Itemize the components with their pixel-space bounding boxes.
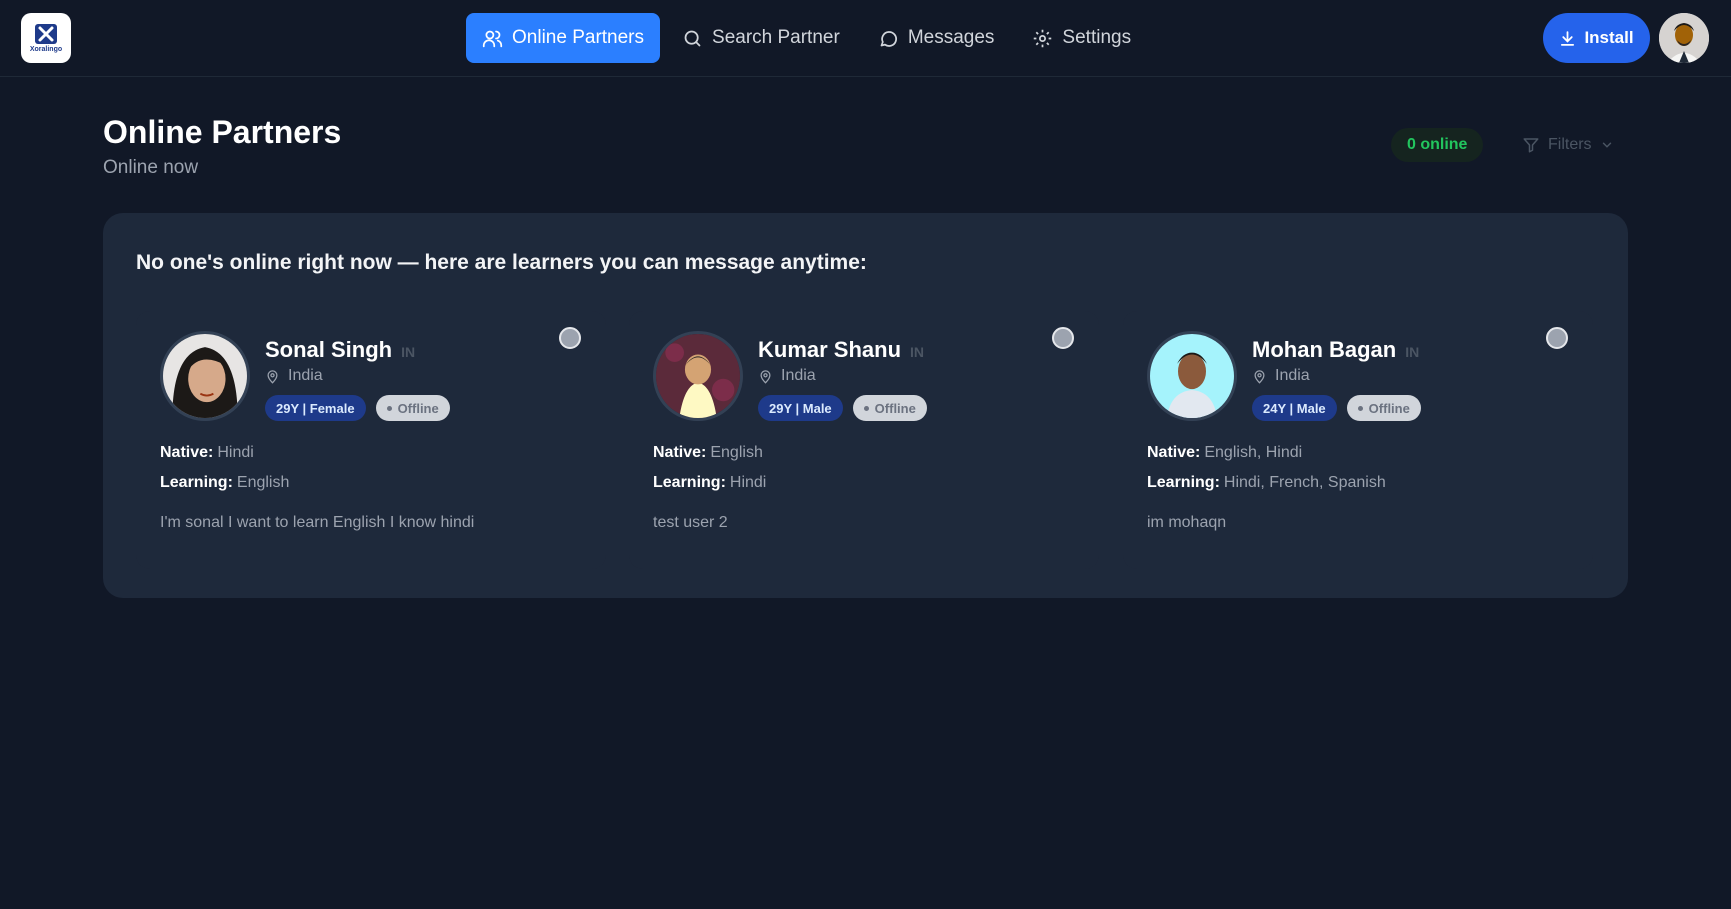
native-label: Native:: [160, 444, 214, 461]
status-text: Offline: [397, 400, 439, 416]
top-navbar: Xoralingo Online Partners Search Partner…: [0, 0, 1731, 77]
page-title: Online Partners: [103, 114, 342, 150]
partner-tags: 24Y | Male Offline: [1252, 395, 1421, 421]
location-text: India: [288, 367, 323, 384]
partner-card[interactable]: Mohan Bagan IN India 24Y | Male Offline …: [1123, 311, 1593, 569]
filters-dropdown[interactable]: Filters: [1512, 128, 1624, 162]
location-text: India: [1275, 367, 1310, 384]
native-label: Native:: [1147, 444, 1201, 461]
native-languages: Native: English: [653, 444, 763, 462]
panel-heading: No one's online right now — here are lea…: [136, 251, 867, 274]
nav-label: Messages: [907, 27, 995, 48]
learning-value: English: [236, 474, 290, 491]
status-text: Offline: [1368, 400, 1410, 416]
download-icon: [1561, 30, 1575, 46]
nav-online-partners[interactable]: Online Partners: [466, 13, 661, 63]
status-dot-icon: [1357, 405, 1363, 411]
status-badge: Offline: [1346, 395, 1421, 421]
partner-tags: 29Y | Male Offline: [758, 395, 927, 421]
nav-search-partner[interactable]: Search Partner: [666, 13, 856, 63]
status-dot-icon: [386, 405, 392, 411]
page-subtitle: Online now: [103, 157, 199, 178]
country-code: IN: [910, 344, 925, 360]
country-code: IN: [1405, 344, 1420, 360]
partner-avatar[interactable]: [1147, 331, 1237, 421]
nav-label: Online Partners: [512, 27, 645, 48]
install-label: Install: [1584, 28, 1634, 47]
location-pin-icon: [1254, 369, 1265, 384]
message-icon: [880, 30, 897, 47]
partner-location: India: [1252, 367, 1310, 385]
main-nav: Online Partners Search Partner Messages …: [466, 13, 1153, 63]
native-label: Native:: [653, 444, 707, 461]
partner-name-row: Kumar Shanu IN: [758, 337, 924, 363]
native-value: English, Hindi: [1204, 444, 1303, 461]
partner-name-row: Mohan Bagan IN: [1252, 337, 1419, 363]
partner-avatar[interactable]: [160, 331, 250, 421]
presence-indicator: [1546, 327, 1568, 349]
status-dot-icon: [863, 405, 869, 411]
age-gender-badge: 29Y | Male: [758, 395, 843, 421]
location-pin-icon: [267, 369, 278, 384]
learning-languages: Learning: Hindi: [653, 474, 766, 492]
partners-panel: No one's online right now — here are lea…: [103, 213, 1628, 598]
learning-value: Hindi, French, Spanish: [1223, 474, 1386, 491]
partner-tags: 29Y | Female Offline: [265, 395, 450, 421]
logo-x-icon: [35, 24, 57, 44]
users-icon: [482, 30, 503, 47]
partner-name: Kumar Shanu: [758, 337, 902, 362]
partner-photo: [163, 334, 247, 418]
nav-label: Settings: [1062, 27, 1132, 48]
partner-bio: test user 2: [653, 514, 728, 531]
presence-indicator: [1052, 327, 1074, 349]
nav-messages[interactable]: Messages: [862, 13, 1011, 63]
partner-name: Sonal Singh: [265, 337, 393, 362]
online-count-badge: 0 online: [1391, 128, 1484, 162]
chevron-down-icon: [1602, 142, 1611, 148]
age-gender-badge: 24Y | Male: [1252, 395, 1337, 421]
logo-text: Xoralingo: [29, 46, 63, 53]
location-text: India: [781, 367, 816, 384]
status-badge: Offline: [375, 395, 450, 421]
nav-settings[interactable]: Settings: [1016, 13, 1147, 63]
install-button[interactable]: Install: [1543, 13, 1650, 63]
native-languages: Native: English, Hindi: [1147, 444, 1302, 462]
filter-icon: [1523, 138, 1539, 153]
partner-location: India: [265, 367, 323, 385]
partner-name: Mohan Bagan: [1252, 337, 1397, 362]
nav-label: Search Partner: [712, 27, 840, 48]
partner-card[interactable]: Sonal Singh IN India 29Y | Female Offlin…: [136, 311, 606, 569]
partner-photo: [1150, 334, 1234, 418]
learning-languages: Learning: English: [160, 474, 289, 492]
search-icon: [684, 30, 701, 46]
partner-bio: I'm sonal I want to learn English I know…: [160, 514, 475, 531]
partner-avatar[interactable]: [653, 331, 743, 421]
age-gender-badge: 29Y | Female: [265, 395, 366, 421]
partner-name-row: Sonal Singh IN: [265, 337, 415, 363]
native-value: English: [710, 444, 763, 461]
location-pin-icon: [760, 369, 771, 384]
learning-languages: Learning: Hindi, French, Spanish: [1147, 474, 1386, 492]
status-badge: Offline: [852, 395, 927, 421]
learning-label: Learning:: [653, 474, 726, 491]
native-languages: Native: Hindi: [160, 444, 254, 462]
gear-icon: [1034, 29, 1052, 47]
native-value: Hindi: [217, 444, 254, 461]
partner-location: India: [758, 367, 816, 385]
status-text: Offline: [874, 400, 916, 416]
learning-label: Learning:: [160, 474, 233, 491]
filters-label: Filters: [1548, 136, 1592, 153]
app-logo[interactable]: Xoralingo: [21, 13, 71, 63]
partner-bio: im mohaqn: [1147, 514, 1227, 531]
user-avatar[interactable]: [1659, 13, 1709, 63]
presence-indicator: [559, 327, 581, 349]
learning-label: Learning:: [1147, 474, 1220, 491]
partner-card[interactable]: Kumar Shanu IN India 29Y | Male Offline …: [629, 311, 1099, 569]
learning-value: Hindi: [729, 474, 767, 491]
country-code: IN: [401, 344, 416, 360]
user-avatar-photo: [1659, 13, 1709, 63]
partner-photo: [656, 334, 740, 418]
